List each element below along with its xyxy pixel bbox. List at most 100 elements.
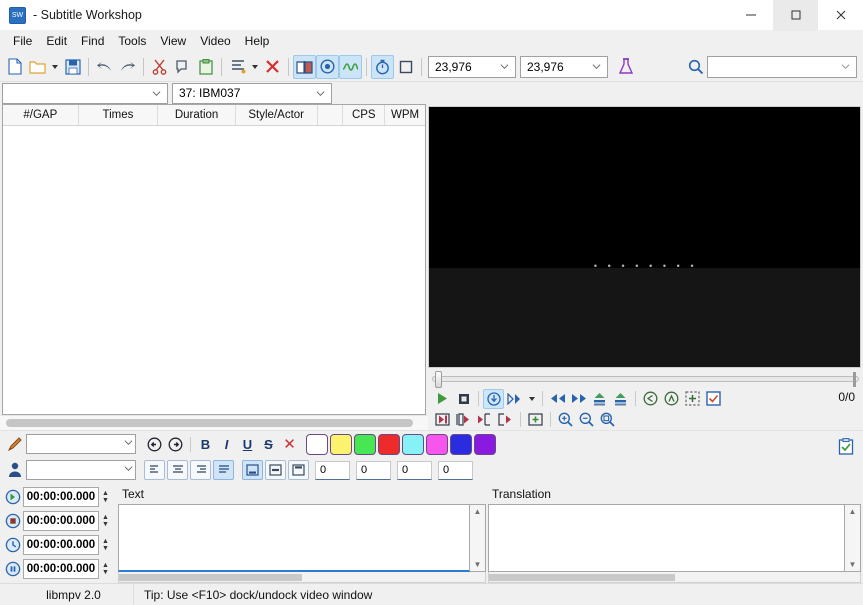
frames-mode-icon[interactable] xyxy=(394,55,417,79)
column-header-times[interactable]: Times xyxy=(79,105,159,125)
position-middle-icon[interactable] xyxy=(265,460,286,480)
style-name-combo[interactable] xyxy=(26,434,136,454)
column-header-number[interactable]: #/GAP xyxy=(3,105,79,125)
position-bottom-icon[interactable] xyxy=(242,460,263,480)
redo-icon[interactable] xyxy=(116,55,139,79)
align-top-center-icon[interactable] xyxy=(167,460,188,480)
search-icon[interactable] xyxy=(684,55,707,79)
cut-icon[interactable] xyxy=(148,55,171,79)
menu-item-find[interactable]: Find xyxy=(74,32,111,51)
underline-button[interactable]: U xyxy=(237,434,258,454)
color-green[interactable] xyxy=(354,433,376,455)
align-middle-icon[interactable] xyxy=(213,460,234,480)
menu-item-help[interactable]: Help xyxy=(238,32,277,51)
search-input[interactable] xyxy=(707,55,857,78)
color-white[interactable] xyxy=(306,433,328,455)
move-subtitle-back-icon[interactable] xyxy=(589,389,610,409)
scroll-up-arrow[interactable]: ▲ xyxy=(474,505,482,518)
align-top-left-icon[interactable] xyxy=(144,460,165,480)
scroll-down-arrow[interactable]: ▼ xyxy=(849,558,857,571)
save-icon[interactable] xyxy=(61,55,84,79)
pause-time-field[interactable]: 00:00:00.000 xyxy=(23,559,99,579)
margin-right-field[interactable]: 0 xyxy=(356,460,391,480)
minimize-button[interactable] xyxy=(728,0,773,31)
play-from-selection-icon[interactable] xyxy=(504,389,525,409)
bold-button[interactable]: B xyxy=(195,434,216,454)
clear-format-button[interactable]: ✕ xyxy=(279,434,300,454)
maximize-button[interactable] xyxy=(773,0,818,31)
scrollbar-thumb[interactable] xyxy=(6,419,414,427)
charset-combo[interactable]: 37: IBM037 xyxy=(172,82,332,104)
previous-subtitle-icon[interactable] xyxy=(640,389,661,409)
translator-mode-icon[interactable] xyxy=(293,54,316,79)
next-subtitle-icon[interactable] xyxy=(661,389,682,409)
translation-hscrollbar[interactable] xyxy=(488,572,861,583)
scrollbar-thumb[interactable] xyxy=(119,573,302,581)
set-end-time-icon[interactable] xyxy=(474,410,495,430)
new-subtitle-icon[interactable] xyxy=(3,55,26,79)
column-header-wpm[interactable]: WPM xyxy=(385,105,425,125)
paste-icon[interactable] xyxy=(194,55,217,79)
close-button[interactable] xyxy=(818,0,863,31)
input-fps-combo[interactable]: 23,976 xyxy=(428,55,516,78)
color-purple[interactable] xyxy=(474,433,496,455)
margin-extra-field[interactable]: 0 xyxy=(438,460,473,480)
subtitle-list-body[interactable] xyxy=(3,126,425,414)
column-header-duration[interactable]: Duration xyxy=(158,105,236,125)
rewind-icon[interactable] xyxy=(547,389,568,409)
column-header-blank[interactable] xyxy=(318,105,344,125)
zoom-out-icon[interactable] xyxy=(576,410,597,430)
open-dropdown-arrow[interactable] xyxy=(49,55,61,79)
column-header-style-actor[interactable]: Style/Actor xyxy=(236,105,318,125)
seek-track[interactable] xyxy=(432,370,859,388)
color-magenta[interactable] xyxy=(426,433,448,455)
video-display[interactable]: • • • • • • • • xyxy=(428,106,861,368)
menu-item-edit[interactable]: Edit xyxy=(39,32,74,51)
text-hscrollbar[interactable] xyxy=(118,572,486,583)
seek-thumb[interactable] xyxy=(435,370,442,388)
style-combo[interactable] xyxy=(2,82,168,104)
delete-subtitle-icon[interactable] xyxy=(261,55,284,79)
duration-spinner[interactable]: ▲ ▼ xyxy=(99,535,112,555)
color-blue[interactable] xyxy=(450,433,472,455)
insert-subtitle-icon[interactable] xyxy=(226,55,249,79)
fast-forward-icon[interactable] xyxy=(568,389,589,409)
align-top-right-icon[interactable] xyxy=(190,460,211,480)
margin-vertical-field[interactable]: 0 xyxy=(397,460,432,480)
work-fps-combo[interactable]: 23,976 xyxy=(520,55,608,78)
mark-checked-icon[interactable] xyxy=(703,389,724,409)
menu-item-tools[interactable]: Tools xyxy=(111,32,153,51)
clipboard-check-icon[interactable] xyxy=(837,437,855,455)
show-time-spinner[interactable]: ▲ ▼ xyxy=(99,487,112,507)
set-start-and-end-icon[interactable] xyxy=(432,410,453,430)
subtitle-list-hscrollbar[interactable] xyxy=(0,415,428,430)
column-header-cps[interactable]: CPS xyxy=(343,105,386,125)
italic-button[interactable]: I xyxy=(216,434,237,454)
playback-dropdown-arrow[interactable] xyxy=(525,389,538,409)
stop-icon[interactable] xyxy=(453,389,474,409)
select-subtitle-icon[interactable] xyxy=(682,389,703,409)
video-seek-bar[interactable] xyxy=(428,368,863,388)
color-yellow[interactable] xyxy=(330,433,352,455)
move-subtitle-forward-icon[interactable] xyxy=(610,389,631,409)
pause-time-spinner[interactable]: ▲ ▼ xyxy=(99,559,112,579)
copy-icon[interactable] xyxy=(171,55,194,79)
menu-item-video[interactable]: Video xyxy=(193,32,237,51)
zoom-in-icon[interactable] xyxy=(555,410,576,430)
translation-input[interactable] xyxy=(488,504,845,572)
text-vscrollbar[interactable]: ▲ ▼ xyxy=(470,504,486,572)
scroll-up-arrow[interactable]: ▲ xyxy=(849,505,857,518)
scroll-down-arrow[interactable]: ▼ xyxy=(474,558,482,571)
play-icon[interactable] xyxy=(432,389,453,409)
margin-left-field[interactable]: 0 xyxy=(315,460,350,480)
text-input[interactable] xyxy=(118,504,470,572)
position-top-icon[interactable] xyxy=(288,460,309,480)
insert-dropdown-arrow[interactable] xyxy=(249,55,261,79)
undo-icon[interactable] xyxy=(93,55,116,79)
video-preview-icon[interactable] xyxy=(316,54,339,79)
translation-vscrollbar[interactable]: ▲ ▼ xyxy=(845,504,861,572)
color-cyan[interactable] xyxy=(402,433,424,455)
timing-mode-icon[interactable] xyxy=(371,54,394,79)
start-subtitle-icon[interactable] xyxy=(495,410,516,430)
color-red[interactable] xyxy=(378,433,400,455)
